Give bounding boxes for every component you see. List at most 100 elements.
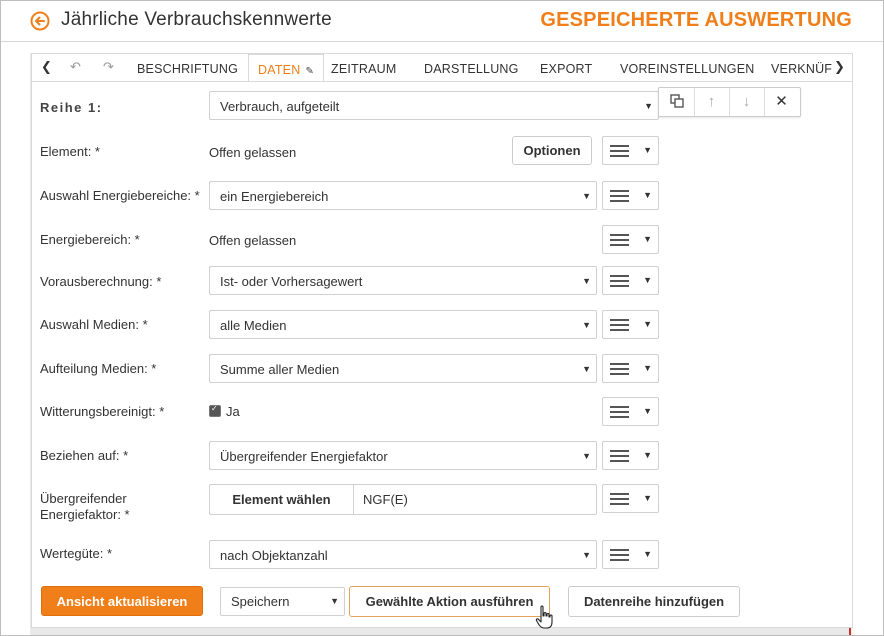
hamburger-icon: [610, 190, 629, 203]
series-label: Reihe 1:: [40, 100, 103, 115]
tab-export[interactable]: EXPORT: [540, 54, 592, 80]
tab-zeitraum[interactable]: ZEITRAUM: [331, 54, 397, 80]
row-menu-button[interactable]: ▼: [602, 540, 659, 569]
energy-factor-value: NGF(E): [363, 492, 408, 507]
page-header: Jährliche Verbrauchskennwerte GESPEICHER…: [1, 1, 883, 42]
redo-icon[interactable]: ↷: [103, 59, 114, 75]
back-arrow-icon[interactable]: [30, 11, 50, 31]
options-button[interactable]: Optionen: [512, 136, 592, 165]
chevron-down-icon: ▼: [643, 190, 652, 200]
move-down-icon[interactable]: ↓: [729, 88, 765, 116]
tab-verknuepfungen[interactable]: VERKNÜF: [771, 54, 832, 80]
energy-area-label: Energiebereich: *: [40, 232, 140, 247]
media-selection-label: Auswahl Medien: *: [40, 317, 148, 332]
row-menu-button[interactable]: ▼: [602, 484, 659, 513]
tab-beschriftung[interactable]: BESCHRIFTUNG: [137, 54, 238, 80]
series-select-value: Verbrauch, aufgeteilt: [220, 99, 340, 114]
chevron-down-icon: ▼: [582, 191, 591, 201]
forecast-value: Ist- oder Vorhersagewert: [220, 274, 363, 289]
chevron-down-icon: ▼: [582, 276, 591, 286]
relate-to-label: Beziehen auf: *: [40, 448, 129, 463]
editor-panel: ❮ ↶ ↷ BESCHRIFTUNG DATEN ✎ ZEITRAUM DARST…: [31, 53, 853, 583]
chevron-down-icon: ▼: [330, 596, 339, 606]
value-quality-value: nach Objektanzahl: [220, 548, 328, 563]
value-quality-select[interactable]: nach Objektanzahl ▼: [209, 540, 597, 569]
chevron-down-icon: ▼: [643, 406, 652, 416]
tab-scroll-right-icon[interactable]: ❯: [832, 59, 845, 75]
chevron-down-icon: ▼: [643, 450, 652, 460]
tab-bar: ❮ ↶ ↷ BESCHRIFTUNG DATEN ✎ ZEITRAUM DARST…: [32, 54, 852, 82]
weather-adjusted-value: Ja: [226, 404, 240, 419]
chevron-down-icon: ▼: [643, 234, 652, 244]
value-quality-label: Wertegüte: *: [40, 546, 113, 561]
media-split-label: Aufteilung Medien: *: [40, 361, 157, 376]
forecast-select[interactable]: Ist- oder Vorhersagewert ▼: [209, 266, 597, 295]
chevron-down-icon: ▼: [643, 145, 652, 155]
energy-area-value: Offen gelassen: [209, 233, 297, 248]
element-label: Element: *: [40, 144, 100, 159]
choose-element-button[interactable]: Element wählen: [210, 485, 354, 514]
energy-factor-label-line1: Übergreifender: [40, 491, 127, 506]
weather-adjusted-label: Witterungsbereinigt: *: [40, 404, 165, 419]
hamburger-icon: [610, 275, 629, 288]
series-select[interactable]: Verbrauch, aufgeteilt ▼: [209, 91, 659, 120]
row-menu-button[interactable]: ▼: [602, 397, 659, 426]
action-footer: Ansicht aktualisieren Speichern ▼ Gewählt…: [31, 581, 853, 628]
chevron-down-icon: ▼: [643, 319, 652, 329]
refresh-view-button[interactable]: Ansicht aktualisieren: [41, 586, 203, 616]
row-menu-button[interactable]: ▼: [602, 266, 659, 295]
row-menu-button[interactable]: ▼: [602, 354, 659, 383]
energy-selection-select[interactable]: ein Energiebereich ▼: [209, 181, 597, 210]
row-menu-button[interactable]: ▼: [602, 441, 659, 470]
weather-adjusted-field: Ja: [209, 404, 240, 419]
forecast-label: Vorausberechnung: *: [40, 274, 162, 289]
energy-factor-label: Übergreifender Energiefaktor: *: [40, 491, 130, 523]
relate-to-value: Übergreifender Energiefaktor: [220, 449, 388, 464]
copy-icon[interactable]: [659, 88, 695, 116]
tab-daten[interactable]: DATEN ✎: [248, 54, 325, 81]
app-window: Jährliche Verbrauchskennwerte GESPEICHER…: [0, 0, 884, 636]
tab-scroll-left-icon[interactable]: ❮: [41, 59, 52, 75]
media-split-value: Summe aller Medien: [220, 362, 340, 377]
energy-factor-field: Element wählen NGF(E): [209, 484, 597, 515]
chevron-down-icon: ▼: [643, 549, 652, 559]
tab-darstellung[interactable]: DARSTELLUNG: [424, 54, 519, 80]
hamburger-icon: [610, 363, 629, 376]
row-menu-button[interactable]: ▼: [602, 310, 659, 339]
media-selection-value: alle Medien: [220, 318, 287, 333]
row-menu-button[interactable]: ▼: [602, 136, 659, 165]
media-split-select[interactable]: Summe aller Medien ▼: [209, 354, 597, 383]
chevron-down-icon: ▼: [582, 451, 591, 461]
relate-to-select[interactable]: Übergreifender Energiefaktor ▼: [209, 441, 597, 470]
close-icon[interactable]: ✕: [764, 88, 799, 116]
chevron-down-icon: ▼: [582, 320, 591, 330]
run-action-button[interactable]: Gewählte Aktion ausführen: [349, 586, 550, 617]
hamburger-icon: [610, 145, 629, 158]
element-value: Offen gelassen: [209, 145, 297, 160]
chevron-down-icon: ▼: [643, 275, 652, 285]
row-menu-button[interactable]: ▼: [602, 181, 659, 210]
hamburger-icon: [610, 406, 629, 419]
move-up-icon[interactable]: ↑: [694, 88, 730, 116]
hamburger-icon: [610, 493, 629, 506]
tab-voreinstellungen[interactable]: VOREINSTELLUNGEN: [620, 54, 754, 80]
chevron-down-icon: ▼: [644, 101, 653, 111]
page-title: Jährliche Verbrauchskennwerte: [61, 9, 332, 30]
weather-adjusted-checkbox[interactable]: [209, 404, 221, 417]
action-select[interactable]: Speichern ▼: [220, 587, 345, 616]
undo-icon[interactable]: ↶: [70, 59, 81, 75]
hamburger-icon: [610, 450, 629, 463]
media-selection-select[interactable]: alle Medien ▼: [209, 310, 597, 339]
add-series-button[interactable]: Datenreihe hinzufügen: [568, 586, 740, 617]
energy-selection-value: ein Energiebereich: [220, 189, 329, 204]
pencil-icon: ✎: [305, 66, 315, 77]
saved-evaluation-title: GESPEICHERTE AUSWERTUNG: [540, 9, 852, 31]
chevron-down-icon: ▼: [582, 364, 591, 374]
tab-daten-label: DATEN: [258, 63, 301, 77]
hamburger-icon: [610, 549, 629, 562]
energy-factor-label-line2: Energiefaktor: *: [40, 507, 130, 522]
row-menu-button[interactable]: ▼: [602, 225, 659, 254]
series-toolbar: ↑ ↓ ✕: [658, 87, 801, 117]
energy-selection-label: Auswahl Energiebereiche: *: [40, 188, 200, 203]
hamburger-icon: [610, 319, 629, 332]
